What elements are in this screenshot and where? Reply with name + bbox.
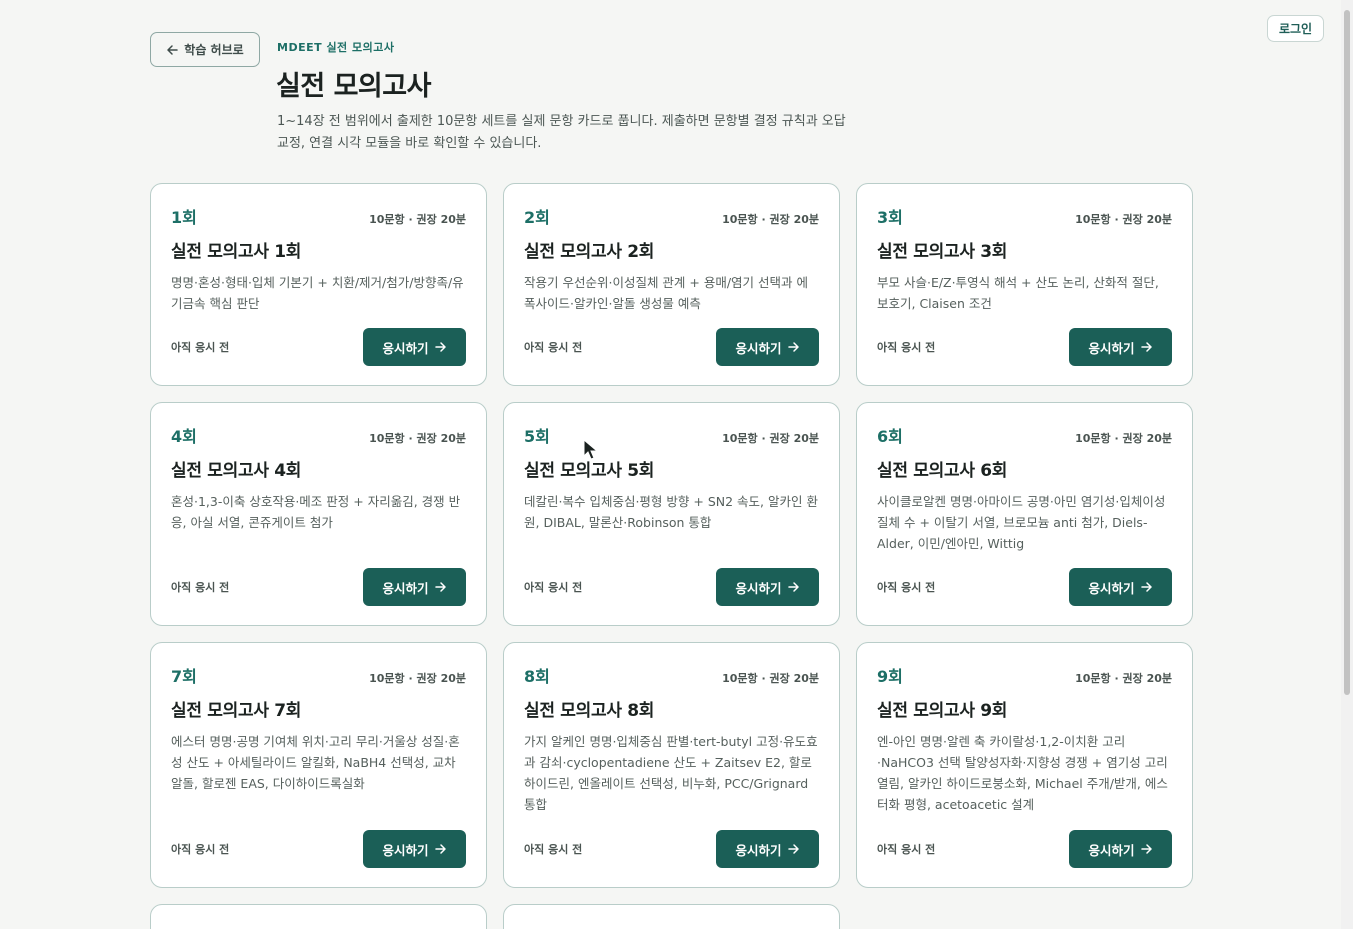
exam-title: 실전 모의고사 4회 [171,461,302,481]
login-button[interactable]: 로그인 [1267,15,1324,42]
exam-number: 5회 [524,427,550,446]
arrow-left-icon [167,44,179,55]
exam-description: 부모 사슬·E/Z·투영식 해석 + 산도 논리, 산화적 절단, 보호기, C… [877,275,1159,311]
mouse-cursor-icon [583,439,599,460]
exam-number: 9회 [877,667,903,686]
back-to-hub-button[interactable]: 학습 허브로 [150,32,260,67]
start-exam-button[interactable]: 응시하기 [716,830,819,868]
back-button-label: 학습 허브로 [184,43,244,57]
start-exam-button[interactable]: 응시하기 [363,568,466,606]
start-exam-button[interactable]: 응시하기 [1069,830,1172,868]
exam-meta: 10문항 · 권장 20분 [722,672,819,685]
exam-number: 2회 [524,208,550,227]
exam-title: 실전 모의고사 2회 [524,242,655,262]
start-exam-button[interactable]: 응시하기 [1069,328,1172,366]
page-title: 실전 모의고사 [276,71,431,102]
arrow-right-icon [434,844,446,854]
exam-card-partial [150,904,487,929]
exam-title: 실전 모의고사 3회 [877,242,1008,262]
start-exam-button[interactable]: 응시하기 [716,568,819,606]
exam-description: 작용기 우선순위·이성질체 관계 + 용매/염기 선택과 에폭사이드·알카인·알… [524,275,808,311]
exam-description: 에스터 명명·공명 기여체 위치·고리 무리·거울상 성질·혼성 산도 + 아세… [171,734,460,791]
start-exam-button[interactable]: 응시하기 [363,328,466,366]
exam-status: 아직 응시 전 [877,843,936,856]
arrow-right-icon [787,342,799,352]
exam-status: 아직 응시 전 [171,843,230,856]
exam-title: 실전 모의고사 5회 [524,461,655,481]
start-exam-label: 응시하기 [1088,580,1135,596]
exam-title: 실전 모의고사 6회 [877,461,1008,481]
exam-description: 사이클로알켄 명명·아마이드 공명·아민 염기성·입체이성질체 수 + 이탈기 … [877,494,1166,551]
arrow-right-icon [434,582,446,592]
start-exam-label: 응시하기 [382,842,429,858]
arrow-right-icon [787,582,799,592]
exam-number: 7회 [171,667,197,686]
exam-meta: 10문항 · 권장 20분 [369,213,466,226]
exam-card: 7회 10문항 · 권장 20분 실전 모의고사 7회 에스터 명명·공명 기여… [150,642,487,888]
exam-number: 1회 [171,208,197,227]
exam-title: 실전 모의고사 1회 [171,242,302,262]
start-exam-label: 응시하기 [382,340,429,356]
exam-description: 가지 알케인 명명·입체중심 판별·tert-butyl 고정·유도효과 감쇠·… [524,734,818,812]
exam-card: 9회 10문항 · 권장 20분 실전 모의고사 9회 엔-아인 명명·알렌 축… [856,642,1193,888]
exam-card: 1회 10문항 · 권장 20분 실전 모의고사 1회 명명·혼성·형태·입체 … [150,183,487,386]
start-exam-label: 응시하기 [382,580,429,596]
exam-card: 3회 10문항 · 권장 20분 실전 모의고사 3회 부모 사슬·E/Z·투영… [856,183,1193,386]
exam-meta: 10문항 · 권장 20분 [722,213,819,226]
exam-status: 아직 응시 전 [171,341,230,354]
page-scrollbar[interactable] [1341,0,1353,929]
exam-meta: 10문항 · 권장 20분 [369,432,466,445]
exam-card-partial [503,904,840,929]
exam-title: 실전 모의고사 7회 [171,701,302,721]
arrow-right-icon [787,844,799,854]
exam-status: 아직 응시 전 [877,581,936,594]
exam-number: 8회 [524,667,550,686]
start-exam-button[interactable]: 응시하기 [716,328,819,366]
exam-card: 6회 10문항 · 권장 20분 실전 모의고사 6회 사이클로알켄 명명·아마… [856,402,1193,626]
exam-title: 실전 모의고사 9회 [877,701,1008,721]
start-exam-label: 응시하기 [735,340,782,356]
exam-number: 3회 [877,208,903,227]
exam-card: 5회 10문항 · 권장 20분 실전 모의고사 5회 데칼린·복수 입체중심·… [503,402,840,626]
exam-meta: 10문항 · 권장 20분 [1075,213,1172,226]
exam-card: 8회 10문항 · 권장 20분 실전 모의고사 8회 가지 알케인 명명·입체… [503,642,840,888]
exam-description: 엔-아인 명명·알렌 축 카이랄성·1,2-이치환 고리·NaHCO3 선택 탈… [877,734,1168,812]
exam-status: 아직 응시 전 [524,581,583,594]
exam-meta: 10문항 · 권장 20분 [1075,672,1172,685]
start-exam-label: 응시하기 [1088,842,1135,858]
exam-description: 혼성·1,3-이축 상호작용·메조 판정 + 자리옮김, 경쟁 반응, 아실 서… [171,494,461,530]
exam-card: 4회 10문항 · 권장 20분 실전 모의고사 4회 혼성·1,3-이축 상호… [150,402,487,626]
exam-title: 실전 모의고사 8회 [524,701,655,721]
exam-status: 아직 응시 전 [171,581,230,594]
exam-description: 명명·혼성·형태·입체 기본기 + 치환/제거/첨가/방향족/유기금속 핵심 판… [171,275,464,311]
exam-number: 4회 [171,427,197,446]
exam-meta: 10문항 · 권장 20분 [722,432,819,445]
exam-number: 6회 [877,427,903,446]
start-exam-label: 응시하기 [1088,340,1135,356]
page-description: 1~14장 전 범위에서 출제한 10문항 세트를 실제 문항 카드로 풉니다.… [277,114,846,151]
exam-status: 아직 응시 전 [524,843,583,856]
exam-status: 아직 응시 전 [877,341,936,354]
arrow-right-icon [1140,844,1152,854]
exam-card-grid: 1회 10문항 · 권장 20분 실전 모의고사 1회 명명·혼성·형태·입체 … [150,183,1193,929]
start-exam-label: 응시하기 [735,580,782,596]
start-exam-button[interactable]: 응시하기 [1069,568,1172,606]
scrollbar-thumb[interactable] [1344,10,1350,695]
arrow-right-icon [1140,582,1152,592]
arrow-right-icon [434,342,446,352]
exam-status: 아직 응시 전 [524,341,583,354]
start-exam-button[interactable]: 응시하기 [363,830,466,868]
start-exam-label: 응시하기 [735,842,782,858]
eyebrow-label: MDEET 실전 모의고사 [277,41,395,54]
arrow-right-icon [1140,342,1152,352]
exam-description: 데칼린·복수 입체중심·평형 방향 + SN2 속도, 알카인 환원, DIBA… [524,494,818,530]
exam-meta: 10문항 · 권장 20분 [1075,432,1172,445]
exam-meta: 10문항 · 권장 20분 [369,672,466,685]
exam-card: 2회 10문항 · 권장 20분 실전 모의고사 2회 작용기 우선순위·이성질… [503,183,840,386]
